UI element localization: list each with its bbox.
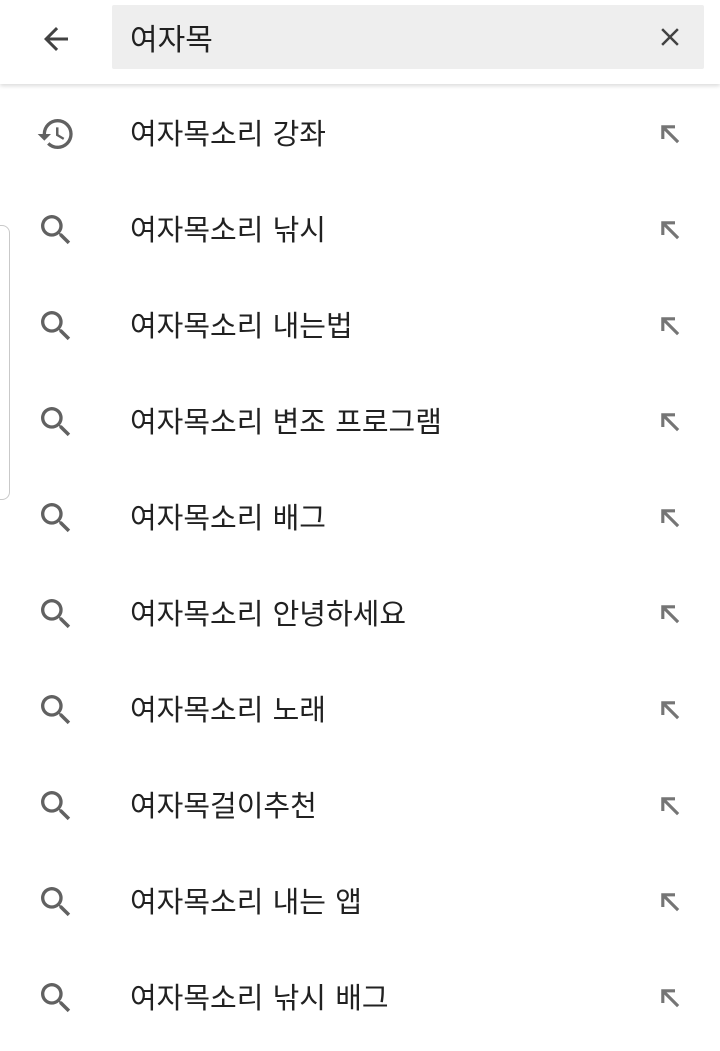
search-input[interactable] — [130, 5, 630, 69]
fill-query-arrow-icon[interactable] — [648, 688, 692, 732]
search-field — [112, 5, 704, 69]
suggestion-text: 여자목소리 낚시 배그 — [130, 981, 389, 1015]
search-icon — [34, 688, 78, 732]
suggestion-item[interactable]: 여자목소리 안녕하세요 — [0, 566, 720, 662]
suggestion-text: 여자목소리 안녕하세요 — [130, 597, 407, 631]
search-icon — [34, 976, 78, 1020]
suggestion-list: 여자목소리 강좌여자목소리 낚시여자목소리 내는법여자목소리 변조 프로그램여자… — [0, 86, 720, 1046]
suggestion-item[interactable]: 여자목소리 낚시 배그 — [0, 950, 720, 1046]
fill-query-arrow-icon[interactable] — [648, 208, 692, 252]
fill-query-arrow-icon[interactable] — [648, 784, 692, 828]
suggestion-text: 여자목소리 배그 — [130, 501, 326, 535]
fill-query-arrow-icon[interactable] — [648, 880, 692, 924]
suggestion-text: 여자목소리 내는 앱 — [130, 885, 362, 919]
suggestion-text: 여자목소리 노래 — [130, 693, 326, 727]
suggestion-text: 여자목소리 낚시 — [130, 213, 326, 247]
search-icon — [34, 208, 78, 252]
search-icon — [34, 880, 78, 924]
suggestion-text: 여자목소리 강좌 — [130, 117, 326, 151]
suggestion-item[interactable]: 여자목걸이추천 — [0, 758, 720, 854]
back-arrow-icon[interactable] — [28, 14, 84, 64]
search-icon — [34, 400, 78, 444]
side-scroll-handle — [0, 225, 10, 500]
search-icon — [34, 592, 78, 636]
fill-query-arrow-icon[interactable] — [648, 112, 692, 156]
search-icon — [34, 496, 78, 540]
suggestion-text: 여자목소리 변조 프로그램 — [130, 405, 442, 439]
fill-query-arrow-icon[interactable] — [648, 592, 692, 636]
fill-query-arrow-icon[interactable] — [648, 496, 692, 540]
search-icon — [34, 304, 78, 348]
suggestion-item[interactable]: 여자목소리 내는 앱 — [0, 854, 720, 950]
fill-query-arrow-icon[interactable] — [648, 304, 692, 348]
suggestion-item[interactable]: 여자목소리 내는법 — [0, 278, 720, 374]
fill-query-arrow-icon[interactable] — [648, 400, 692, 444]
suggestion-text: 여자목소리 내는법 — [130, 309, 353, 343]
suggestion-item[interactable]: 여자목소리 노래 — [0, 662, 720, 758]
suggestion-item[interactable]: 여자목소리 낚시 — [0, 182, 720, 278]
search-header — [0, 0, 720, 84]
fill-query-arrow-icon[interactable] — [648, 976, 692, 1020]
suggestion-text: 여자목걸이추천 — [130, 789, 317, 823]
suggestion-item[interactable]: 여자목소리 강좌 — [0, 86, 720, 182]
suggestion-item[interactable]: 여자목소리 변조 프로그램 — [0, 374, 720, 470]
suggestion-item[interactable]: 여자목소리 배그 — [0, 470, 720, 566]
search-icon — [34, 784, 78, 828]
history-icon — [34, 112, 78, 156]
clear-icon[interactable] — [646, 13, 694, 61]
